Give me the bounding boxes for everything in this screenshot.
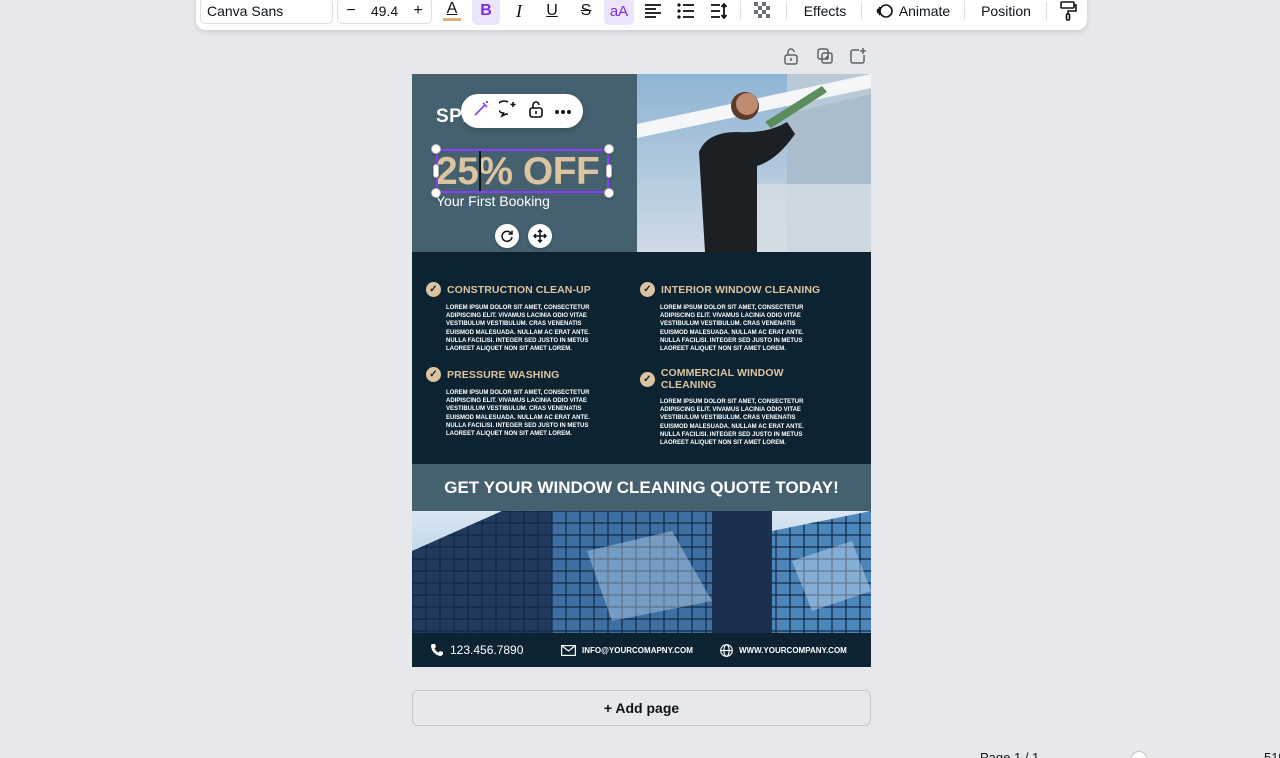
service-title: COMMERCIAL WINDOW CLEANING — [660, 367, 784, 391]
service-description: LOREM IPSUM DOLOR SIT AMET, CONSECTETUR … — [660, 399, 804, 447]
email-contact[interactable]: INFO@YOURCOMAPNY.COM — [561, 633, 693, 667]
bold-button[interactable]: B — [472, 0, 500, 25]
text-toolbar: Canva Sans − 49.4 + A B I U S aA Effects… — [196, 0, 1087, 30]
rotate-icon — [501, 230, 513, 243]
globe-icon — [720, 643, 733, 657]
animate-icon — [876, 4, 893, 18]
service-item[interactable]: ✓ CONSTRUCTION CLEAN-UP LOREM IPSUM DOLO… — [426, 282, 626, 353]
add-comment-button[interactable] — [496, 99, 517, 123]
align-left-icon — [645, 4, 661, 18]
list-button[interactable] — [674, 0, 698, 25]
text-color-button[interactable]: A — [442, 0, 462, 25]
underline-button[interactable]: U — [539, 0, 565, 25]
rotate-button[interactable] — [495, 224, 519, 248]
page-indicator[interactable]: Page 1 / 1 — [980, 750, 1039, 758]
italic-button[interactable]: I — [506, 0, 532, 25]
zoom-slider-thumb[interactable] — [1131, 751, 1147, 758]
window-cleaner-photo[interactable] — [637, 74, 871, 252]
copy-style-button[interactable] — [1056, 0, 1080, 25]
lock-element-button[interactable] — [527, 100, 545, 123]
check-icon: ✓ — [426, 367, 441, 382]
unlock-icon — [784, 48, 798, 65]
strikethrough-button[interactable]: S — [573, 0, 599, 25]
spacing-button[interactable] — [707, 0, 731, 25]
zoom-indicator[interactable]: 51% — [1264, 750, 1280, 758]
glass-building-image — [412, 511, 871, 633]
website-url: WWW.YOURCOMPANY.COM — [739, 645, 847, 655]
font-family-select[interactable]: Canva Sans — [200, 0, 333, 24]
services-section: ✓ CONSTRUCTION CLEAN-UP LOREM IPSUM DOLO… — [412, 252, 871, 464]
increase-font-size-button[interactable]: + — [411, 2, 425, 20]
contact-footer: 123.456.7890 INFO@YOURCOMAPNY.COM WWW.YO… — [412, 633, 871, 667]
toolbar-divider — [786, 2, 787, 20]
service-item[interactable]: ✓ COMMERCIAL WINDOW CLEANING LOREM IPSUM… — [640, 367, 840, 447]
unlock-icon — [528, 100, 543, 118]
text-cursor — [479, 151, 481, 191]
toolbar-divider — [740, 2, 741, 20]
building-photo[interactable] — [412, 511, 871, 633]
duplicate-page-button[interactable] — [816, 47, 834, 65]
paint-roller-icon — [1060, 1, 1077, 21]
text-color-icon: A — [446, 0, 458, 17]
animate-button[interactable]: Animate — [872, 0, 954, 25]
lock-page-button[interactable] — [782, 47, 800, 65]
resize-handle-left[interactable] — [433, 164, 439, 178]
service-item[interactable]: ✓ INTERIOR WINDOW CLEANING LOREM IPSUM D… — [640, 282, 840, 353]
email-address: INFO@YOURCOMAPNY.COM — [582, 645, 693, 655]
service-title: PRESSURE WASHING — [447, 368, 560, 381]
resize-handle-bottom-left[interactable] — [431, 188, 441, 198]
align-button[interactable] — [641, 0, 665, 25]
text-selection-box[interactable] — [436, 149, 609, 193]
phone-contact[interactable]: 123.456.7890 — [430, 633, 523, 667]
service-description: LOREM IPSUM DOLOR SIT AMET, CONSECTETUR … — [446, 390, 590, 438]
add-page-button-top[interactable] — [849, 47, 867, 65]
animate-label: Animate — [898, 3, 951, 19]
check-icon: ✓ — [640, 371, 655, 387]
resize-handle-top-left[interactable] — [431, 144, 441, 154]
text-color-swatch — [443, 18, 461, 21]
resize-handle-right[interactable] — [606, 164, 612, 178]
line-spacing-icon — [711, 3, 728, 19]
service-title: CONSTRUCTION CLEAN-UP — [447, 283, 591, 296]
element-context-menu — [461, 94, 583, 128]
email-icon — [561, 644, 576, 656]
cta-banner[interactable]: GET YOUR WINDOW CLEANING QUOTE TODAY! — [412, 464, 871, 511]
effects-button[interactable]: Effects — [796, 0, 854, 25]
move-arrows-icon — [533, 229, 547, 243]
comment-add-icon — [496, 99, 516, 118]
magic-edit-button[interactable] — [472, 100, 490, 123]
resize-handle-bottom-right[interactable] — [604, 188, 614, 198]
position-button[interactable]: Position — [974, 0, 1038, 25]
move-button[interactable] — [528, 224, 552, 248]
resize-handle-top-right[interactable] — [604, 144, 614, 154]
service-title: INTERIOR WINDOW CLEANING — [661, 283, 821, 296]
window-cleaner-image — [637, 74, 871, 252]
toolbar-divider — [861, 2, 862, 20]
duplicate-icon — [817, 48, 833, 64]
toolbar-divider — [964, 2, 965, 20]
add-page-icon — [850, 48, 866, 64]
website-contact[interactable]: WWW.YOURCOMPANY.COM — [720, 633, 847, 667]
phone-icon — [431, 644, 443, 656]
more-options-button[interactable] — [554, 102, 572, 120]
font-size-stepper[interactable]: − 49.4 + — [337, 0, 432, 24]
more-dots-icon — [555, 110, 572, 114]
bullet-list-icon — [677, 3, 694, 19]
letter-case-button[interactable]: aA — [604, 0, 634, 25]
transparency-icon — [754, 2, 770, 18]
font-size-value[interactable]: 49.4 — [371, 3, 398, 19]
service-item[interactable]: ✓ PRESSURE WASHING LOREM IPSUM DOLOR SIT… — [426, 367, 626, 438]
check-icon: ✓ — [640, 282, 655, 297]
transparency-button[interactable] — [751, 0, 775, 25]
toolbar-divider — [1046, 2, 1047, 20]
service-description: LOREM IPSUM DOLOR SIT AMET, CONSECTETUR … — [660, 305, 804, 353]
phone-number: 123.456.7890 — [450, 643, 524, 657]
magic-wand-icon — [474, 100, 488, 116]
add-page-button[interactable]: + Add page — [412, 690, 871, 726]
decrease-font-size-button[interactable]: − — [344, 2, 358, 20]
check-icon: ✓ — [426, 282, 441, 297]
service-description: LOREM IPSUM DOLOR SIT AMET, CONSECTETUR … — [446, 305, 590, 353]
first-booking-text[interactable]: Your First Booking — [436, 193, 550, 209]
